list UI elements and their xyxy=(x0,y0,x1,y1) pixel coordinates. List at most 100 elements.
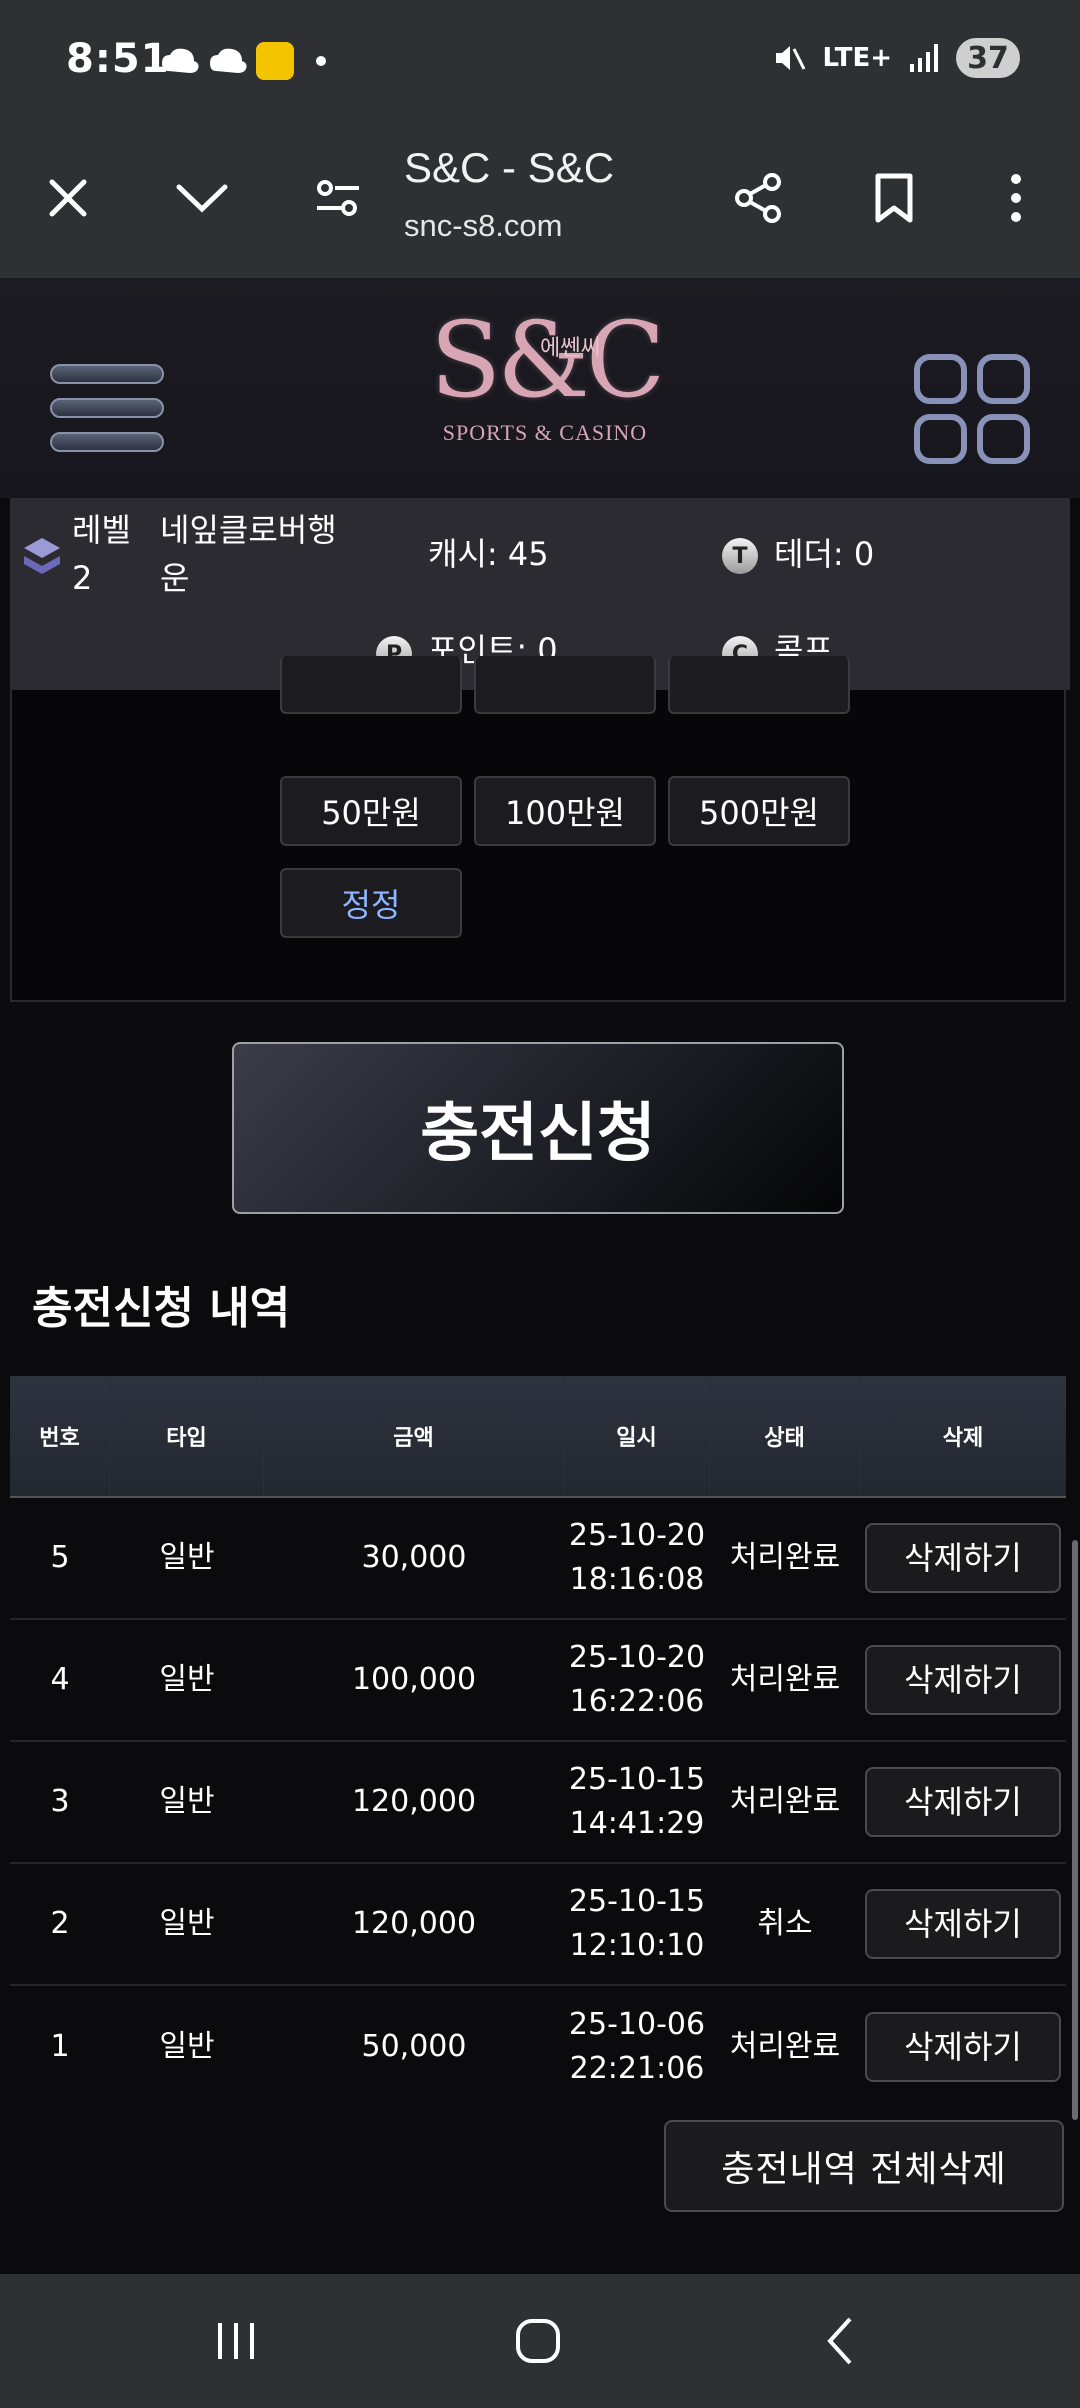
row-type: 일반 xyxy=(159,1540,215,1575)
charge-history-table: 번호 타입 금액 일시 상태 삭제 5 일반 30,000 25-10-20 18… xyxy=(10,1376,1066,2108)
row-time: 12:10:10 xyxy=(569,1928,705,1963)
table-row: 2 일반 120,000 25-10-15 12:10:10 취소 삭제하기 xyxy=(10,1864,1066,1986)
amount-button-50[interactable]: 50만원 xyxy=(280,776,462,846)
app-badge-icon xyxy=(256,42,294,80)
row-time: 18:16:08 xyxy=(569,1562,705,1597)
status-time: 8:51 xyxy=(66,36,170,82)
scrollbar[interactable] xyxy=(1072,1540,1078,2120)
bookmark-icon[interactable] xyxy=(862,166,926,230)
reset-amount-button[interactable]: 정정 xyxy=(280,868,462,938)
row-status: 처리완료 xyxy=(729,1662,841,1697)
table-header: 번호 타입 금액 일시 상태 삭제 xyxy=(10,1376,1066,1498)
cash-balance: 캐시: 45 xyxy=(428,535,549,573)
tether-icon: T xyxy=(722,538,758,574)
row-datetime: 25-10-20 16:22:06 xyxy=(564,1620,710,1740)
row-status: 취소 xyxy=(757,1906,813,1941)
delete-row-button[interactable]: 삭제하기 xyxy=(865,1523,1061,1593)
row-type: 일반 xyxy=(159,1906,215,1941)
amount-button-2[interactable] xyxy=(474,656,656,714)
row-amount: 120,000 xyxy=(351,1906,477,1941)
home-icon[interactable] xyxy=(498,2308,578,2374)
header-datetime: 일시 xyxy=(564,1376,710,1496)
row-no: 5 xyxy=(50,1540,70,1575)
header-delete: 삭제 xyxy=(942,1426,984,1451)
amount-button-1[interactable] xyxy=(280,656,462,714)
share-icon[interactable] xyxy=(726,166,790,230)
row-type: 일반 xyxy=(159,2029,215,2064)
username-line2: 운 xyxy=(160,559,190,597)
row-amount: 30,000 xyxy=(361,1540,467,1575)
level-value: 2 xyxy=(72,559,93,597)
amount-button-3[interactable] xyxy=(668,656,850,714)
row-no: 4 xyxy=(50,1662,70,1697)
mute-icon xyxy=(776,46,806,70)
table-row: 3 일반 120,000 25-10-15 14:41:29 처리완료 삭제하기 xyxy=(10,1742,1066,1864)
level-icon xyxy=(24,538,60,574)
row-date: 25-10-15 xyxy=(568,1884,706,1919)
delete-row-button[interactable]: 삭제하기 xyxy=(865,1645,1061,1715)
header-status: 상태 xyxy=(710,1376,860,1496)
notification-icons xyxy=(160,42,326,80)
table-row: 5 일반 30,000 25-10-20 18:16:08 처리완료 삭제하기 xyxy=(10,1498,1066,1620)
row-status: 처리완료 xyxy=(729,1784,841,1819)
logo-subtitle: SPORTS & CASINO xyxy=(442,420,648,445)
delete-row-button[interactable]: 삭제하기 xyxy=(865,1767,1061,1837)
amount-button-100[interactable]: 100만원 xyxy=(474,776,656,846)
system-nav-bar xyxy=(0,2274,1080,2408)
table-row: 4 일반 100,000 25-10-20 16:22:06 처리완료 삭제하기 xyxy=(10,1620,1066,1742)
recents-icon[interactable] xyxy=(196,2308,276,2374)
row-datetime: 25-10-06 22:21:06 xyxy=(564,1986,710,2108)
history-title: 충전신청 내역 xyxy=(32,1283,291,1334)
row-date: 25-10-06 xyxy=(568,2007,706,2042)
cloud-icon xyxy=(210,48,247,73)
cloud-icon xyxy=(162,48,199,73)
site-header: 에쎈씨 S&C SPORTS & CASINO xyxy=(0,278,1080,498)
row-status: 처리완료 xyxy=(729,2029,841,2064)
status-bar: 8:51 LTE+ 37 xyxy=(0,0,1080,120)
more-icon[interactable] xyxy=(984,166,1048,230)
row-no: 3 xyxy=(50,1784,70,1819)
row-type: 일반 xyxy=(159,1662,215,1697)
row-time: 16:22:06 xyxy=(569,1684,705,1719)
charge-request-button[interactable]: 충전신청 xyxy=(232,1042,844,1214)
header-type: 타입 xyxy=(110,1376,264,1496)
dot-icon xyxy=(316,56,326,66)
row-amount: 50,000 xyxy=(361,2029,467,2064)
header-amount: 금액 xyxy=(264,1376,564,1496)
row-date: 25-10-15 xyxy=(568,1762,706,1797)
battery-indicator: 37 xyxy=(956,38,1020,78)
close-icon[interactable] xyxy=(36,166,100,230)
row-datetime: 25-10-15 12:10:10 xyxy=(564,1864,710,1984)
delete-all-history-button[interactable]: 충전내역 전체삭제 xyxy=(664,2120,1064,2212)
row-datetime: 25-10-15 14:41:29 xyxy=(564,1742,710,1862)
level-label: 레벨 xyxy=(72,511,131,549)
logo-korean: 에쎈씨 xyxy=(540,336,601,361)
delete-row-button[interactable]: 삭제하기 xyxy=(865,2012,1061,2082)
grid-menu-icon[interactable] xyxy=(914,354,1030,464)
row-amount: 120,000 xyxy=(351,1784,477,1819)
table-row: 1 일반 50,000 25-10-06 22:21:06 처리완료 삭제하기 xyxy=(10,1986,1066,2108)
delete-row-button[interactable]: 삭제하기 xyxy=(865,1889,1061,1959)
row-time: 22:21:06 xyxy=(569,2051,705,2086)
row-type: 일반 xyxy=(159,1784,215,1819)
hamburger-icon[interactable] xyxy=(50,364,164,466)
row-datetime: 25-10-20 18:16:08 xyxy=(564,1498,710,1618)
row-date: 25-10-20 xyxy=(568,1640,706,1675)
header-no: 번호 xyxy=(10,1376,110,1496)
row-date: 25-10-20 xyxy=(568,1518,706,1553)
signal-icon xyxy=(910,44,938,72)
row-no: 2 xyxy=(50,1906,70,1941)
amount-selector: 50만원 100만원 500만원 정정 xyxy=(10,656,1066,1002)
back-icon[interactable] xyxy=(800,2308,880,2374)
username-line1: 네잎클로버행 xyxy=(160,511,337,549)
site-logo[interactable]: 에쎈씨 S&C SPORTS & CASINO xyxy=(430,290,665,490)
browser-toolbar: S&C - S&C snc-s8.com xyxy=(0,120,1080,278)
page-settings-icon[interactable] xyxy=(306,166,370,230)
tether-balance: 테더: 0 xyxy=(774,535,875,573)
row-no: 1 xyxy=(50,2029,70,2064)
row-status: 처리완료 xyxy=(729,1540,841,1575)
row-amount: 100,000 xyxy=(351,1662,477,1697)
page-url[interactable]: snc-s8.com xyxy=(404,208,562,244)
chevron-down-icon[interactable] xyxy=(170,166,234,230)
amount-button-500[interactable]: 500만원 xyxy=(668,776,850,846)
